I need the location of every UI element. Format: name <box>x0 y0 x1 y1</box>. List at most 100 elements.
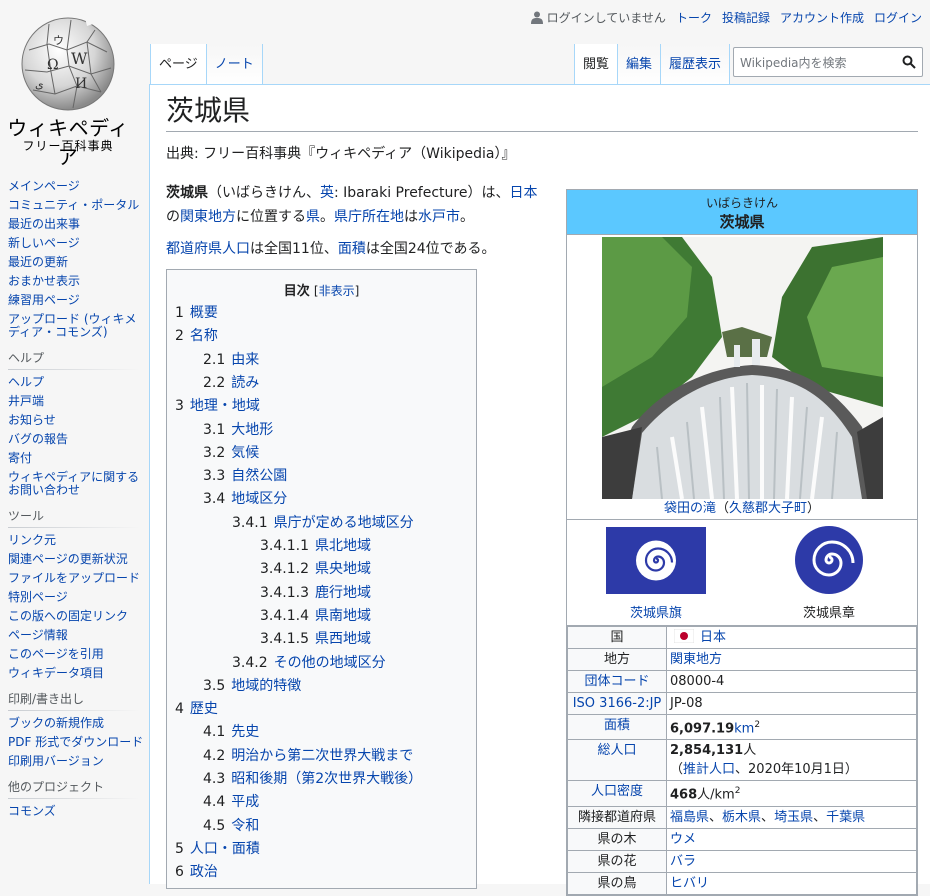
toc-entry-link[interactable]: 地域的特徴 <box>231 678 301 694</box>
toc-entry-link[interactable]: 概要 <box>190 305 218 321</box>
toc-entry-link[interactable]: 県南地域 <box>315 608 371 624</box>
toc-entry[interactable]: 3.3 自然公園 <box>203 467 287 485</box>
sidebar-tools-link[interactable]: 特別ページ <box>8 590 68 604</box>
infobox-value[interactable]: 関東地方 <box>670 652 722 667</box>
sidebar-tools-link[interactable]: 関連ページの更新状況 <box>8 552 128 566</box>
toc-entry-link[interactable]: 人口・面積 <box>190 841 260 857</box>
sidebar-projects-heading[interactable]: 他のプロジェクト <box>8 778 140 799</box>
toc-entry-link[interactable]: 大地形 <box>231 422 273 438</box>
toc-entry-link[interactable]: 令和 <box>231 818 259 834</box>
sidebar-print-link[interactable]: PDF 形式でダウンロード <box>8 735 143 749</box>
toc-entry-link[interactable]: 鹿行地域 <box>315 585 371 601</box>
toc-entry-link[interactable]: 気候 <box>231 445 259 461</box>
prefecture-emblem-image[interactable] <box>793 524 865 596</box>
toc-entry[interactable]: 5 人口・面積 <box>175 840 260 858</box>
toc-entry-link[interactable]: 県央地域 <box>315 561 371 577</box>
sidebar-tools-link[interactable]: ページ情報 <box>8 628 68 642</box>
infobox-value[interactable]: ウメ <box>670 832 696 847</box>
english-link[interactable]: 英 <box>320 185 334 201</box>
sidebar-tools-heading[interactable]: ツール <box>8 507 140 528</box>
toc-entry[interactable]: 2 名称 <box>175 327 218 345</box>
toc-entry-link[interactable]: 明治から第二次世界大戦まで <box>231 748 413 764</box>
sidebar-tools-link[interactable]: このページを引用 <box>8 647 104 661</box>
toc-entry-link[interactable]: 名称 <box>190 328 218 344</box>
toc-entry[interactable]: 4 歴史 <box>175 700 218 718</box>
infobox-unit[interactable]: km <box>734 721 754 736</box>
toc-entry[interactable]: 6 政治 <box>175 863 218 881</box>
infobox-key[interactable]: ISO 3166-2:JP <box>573 696 662 711</box>
toc-entry[interactable]: 3.4.1.1 県北地域 <box>260 537 371 555</box>
toc-entry[interactable]: 3.4.1.3 鹿行地域 <box>260 584 371 602</box>
infobox-value[interactable]: 日本 <box>700 630 726 645</box>
toc-entry-link[interactable]: 歴史 <box>190 701 218 717</box>
sidebar-help-link[interactable]: 井戸端 <box>8 394 44 408</box>
toc-entry[interactable]: 4.5 令和 <box>203 817 259 835</box>
toc-entry-link[interactable]: 自然公園 <box>231 468 287 484</box>
sidebar-help-link[interactable]: ウィキペディアに関するお問い合わせ <box>8 470 139 497</box>
capital-link[interactable]: 県庁所在地 <box>334 209 404 225</box>
toc-entry-link[interactable]: その他の地域区分 <box>274 655 386 671</box>
estimated-population-link[interactable]: 推計人口 <box>683 762 735 777</box>
tab-read[interactable]: 閲覧 <box>574 44 619 84</box>
toc-entry-link[interactable]: 読み <box>231 375 259 391</box>
toc-entry-link[interactable]: 先史 <box>231 724 259 740</box>
search-icon[interactable] <box>902 55 916 69</box>
toc-entry-link[interactable]: 政治 <box>190 864 218 880</box>
sidebar-nav-link[interactable]: 最近の更新 <box>8 255 68 269</box>
toc-entry-link[interactable]: 県北地域 <box>315 538 371 554</box>
toc-entry[interactable]: 3.4.1 県庁が定める地域区分 <box>232 514 414 532</box>
toc-entry[interactable]: 3.2 気候 <box>203 444 259 462</box>
sidebar-projects-link[interactable]: コモンズ <box>8 804 56 818</box>
population-rank-link[interactable]: 都道府県人口 <box>166 241 250 257</box>
create-account-link[interactable]: アカウント作成 <box>780 9 864 26</box>
sidebar-help-link[interactable]: お知らせ <box>8 413 56 427</box>
sidebar-nav-link[interactable]: コミュニティ・ポータル <box>8 198 139 212</box>
neighbor-prefecture-link[interactable]: 福島県 <box>670 810 709 825</box>
search-input[interactable]: Wikipedia内を検索 <box>733 47 923 77</box>
wikipedia-logo[interactable]: Ω W И ウ ی ウィキペディア フリー百科事典 <box>0 0 150 169</box>
infobox-key[interactable]: 面積 <box>604 718 630 733</box>
contributions-link[interactable]: 投稿記録 <box>722 9 770 26</box>
sidebar-nav-link[interactable]: メインページ <box>8 179 80 193</box>
sidebar-tools-link[interactable]: ファイルをアップロード <box>8 571 140 585</box>
toc-entry[interactable]: 4.4 平成 <box>203 793 259 811</box>
toc-entry[interactable]: 2.2 読み <box>203 374 259 392</box>
kanto-link[interactable]: 関東地方 <box>180 209 236 225</box>
tab-talk[interactable]: ノート <box>206 44 263 84</box>
talk-link[interactable]: トーク <box>676 9 712 26</box>
toc-entry[interactable]: 2.1 由来 <box>203 351 259 369</box>
sidebar-nav-link[interactable]: おまかせ表示 <box>8 274 80 288</box>
toc-entry[interactable]: 3.4.2 その他の地域区分 <box>232 654 386 672</box>
sidebar-nav-link[interactable]: アップロード (ウィキメディア・コモンズ) <box>8 312 137 339</box>
sidebar-nav-link[interactable]: 練習用ページ <box>8 293 80 307</box>
login-link[interactable]: ログイン <box>874 9 922 26</box>
infobox-key[interactable]: 団体コード <box>584 674 649 689</box>
toc-entry[interactable]: 3.4.1.5 県西地域 <box>260 630 371 648</box>
sidebar-print-link[interactable]: 印刷用バージョン <box>8 754 104 768</box>
toc-entry[interactable]: 3 地理・地域 <box>175 397 260 415</box>
sidebar-help-link[interactable]: ヘルプ <box>8 375 44 389</box>
mito-link[interactable]: 水戸市 <box>418 209 460 225</box>
fukuroda-falls-image[interactable] <box>602 237 883 499</box>
toc-entry-link[interactable]: 平成 <box>231 794 259 810</box>
toc-entry[interactable]: 4.2 明治から第二次世界大戦まで <box>203 747 413 765</box>
sidebar-help-link[interactable]: バグの報告 <box>8 432 68 446</box>
sidebar-print-link[interactable]: ブックの新規作成 <box>8 716 104 730</box>
toc-entry-link[interactable]: 地理・地域 <box>190 398 260 414</box>
area-link[interactable]: 面積 <box>338 241 366 257</box>
sidebar-tools-link[interactable]: この版への固定リンク <box>8 609 128 623</box>
infobox-value[interactable]: ヒバリ <box>670 876 709 891</box>
prefecture-flag-link[interactable]: 茨城県旗 <box>606 602 706 621</box>
infobox-key[interactable]: 人口密度 <box>591 784 643 799</box>
sidebar-nav-link[interactable]: 最近の出来事 <box>8 217 80 231</box>
prefecture-flag-image[interactable] <box>606 527 706 594</box>
toc-entry[interactable]: 3.4.1.4 県南地域 <box>260 607 371 625</box>
toc-entry[interactable]: 3.4 地域区分 <box>203 490 287 508</box>
toc-toggle-link[interactable]: 非表示 <box>319 284 355 298</box>
toc-entry-link[interactable]: 県庁が定める地域区分 <box>274 515 414 531</box>
neighbor-prefecture-link[interactable]: 栃木県 <box>722 810 761 825</box>
sidebar-tools-link[interactable]: ウィキデータ項目 <box>8 666 104 680</box>
japan-link[interactable]: 日本 <box>509 185 537 201</box>
toc-entry[interactable]: 3.5 地域的特徴 <box>203 677 301 695</box>
tab-edit[interactable]: 編集 <box>618 44 662 84</box>
